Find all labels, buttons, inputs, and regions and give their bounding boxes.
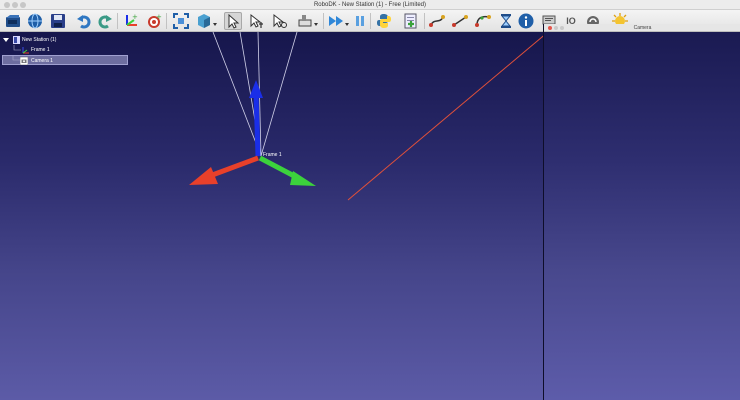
station-tree: New Station (1) Frame 1 Camera 1 bbox=[0, 35, 130, 65]
svg-text:+: + bbox=[156, 13, 162, 21]
globe-icon[interactable] bbox=[26, 12, 44, 30]
measure-tool-icon[interactable] bbox=[296, 12, 320, 30]
tree-item-label: Camera 1 bbox=[31, 58, 53, 64]
open-folder-icon[interactable] bbox=[4, 12, 22, 30]
expand-arrow-icon[interactable] bbox=[3, 38, 9, 42]
toolbar-separator bbox=[117, 13, 118, 29]
camera-view-window[interactable]: Camera bbox=[543, 24, 740, 400]
move-joint-icon[interactable] bbox=[428, 12, 446, 30]
camera-icon bbox=[20, 57, 28, 65]
camera-window-title: Camera bbox=[633, 25, 652, 31]
toolbar-separator bbox=[370, 13, 371, 29]
tree-item-label: New Station (1) bbox=[22, 37, 57, 43]
redo-icon[interactable] bbox=[96, 12, 114, 30]
toolbar-separator bbox=[323, 13, 324, 29]
toolbar-separator bbox=[166, 13, 167, 29]
window-title: RoboDK - New Station (1) - Free (Limited… bbox=[313, 2, 427, 8]
frame-z-axis-arrowhead bbox=[249, 80, 263, 98]
select-pointer-icon[interactable] bbox=[224, 12, 242, 30]
pause-icon[interactable] bbox=[351, 12, 369, 30]
frame-z-axis bbox=[253, 93, 261, 157]
rotate-pointer-icon[interactable] bbox=[270, 12, 288, 30]
tree-item-station[interactable]: New Station (1) bbox=[0, 35, 130, 45]
camera-window-titlebar[interactable]: Camera bbox=[544, 24, 740, 32]
move-circular-icon[interactable] bbox=[474, 12, 492, 30]
toolbar-separator bbox=[424, 13, 425, 29]
frame-x-axis bbox=[206, 155, 259, 180]
info-icon[interactable] bbox=[517, 12, 535, 30]
frame-icon bbox=[22, 47, 29, 54]
fit-all-icon[interactable] bbox=[172, 12, 190, 30]
python-icon[interactable] bbox=[375, 12, 393, 30]
hourglass-icon[interactable] bbox=[497, 12, 515, 30]
tree-item-frame-1[interactable]: Frame 1 bbox=[0, 45, 130, 55]
move-pointer-icon[interactable] bbox=[247, 12, 265, 30]
move-linear-icon[interactable] bbox=[451, 12, 469, 30]
add-program-icon[interactable] bbox=[402, 12, 420, 30]
add-target-icon[interactable]: + bbox=[145, 12, 163, 30]
view-cube-icon[interactable] bbox=[195, 12, 219, 30]
camera-frustum-line bbox=[260, 32, 298, 157]
fast-forward-icon[interactable] bbox=[328, 12, 350, 30]
tree-item-camera-1[interactable]: Camera 1 bbox=[2, 55, 128, 65]
camera-ray-line bbox=[347, 32, 549, 201]
tree-item-label: Frame 1 bbox=[31, 47, 50, 53]
tree-connector bbox=[13, 45, 21, 51]
frame-y-axis-arrowhead bbox=[290, 171, 316, 186]
frame-x-axis-arrowhead bbox=[189, 167, 218, 185]
save-icon[interactable] bbox=[49, 12, 67, 30]
undo-icon[interactable] bbox=[75, 12, 93, 30]
camera-view-canvas[interactable] bbox=[544, 32, 740, 400]
add-reference-frame-icon[interactable]: + bbox=[122, 12, 140, 30]
window-titlebar: RoboDK - New Station (1) - Free (Limited… bbox=[0, 0, 740, 10]
station-icon bbox=[13, 36, 20, 44]
frame-1-label: Frame 1 bbox=[263, 152, 282, 158]
svg-text:+: + bbox=[132, 13, 138, 21]
tree-connector bbox=[12, 56, 20, 61]
